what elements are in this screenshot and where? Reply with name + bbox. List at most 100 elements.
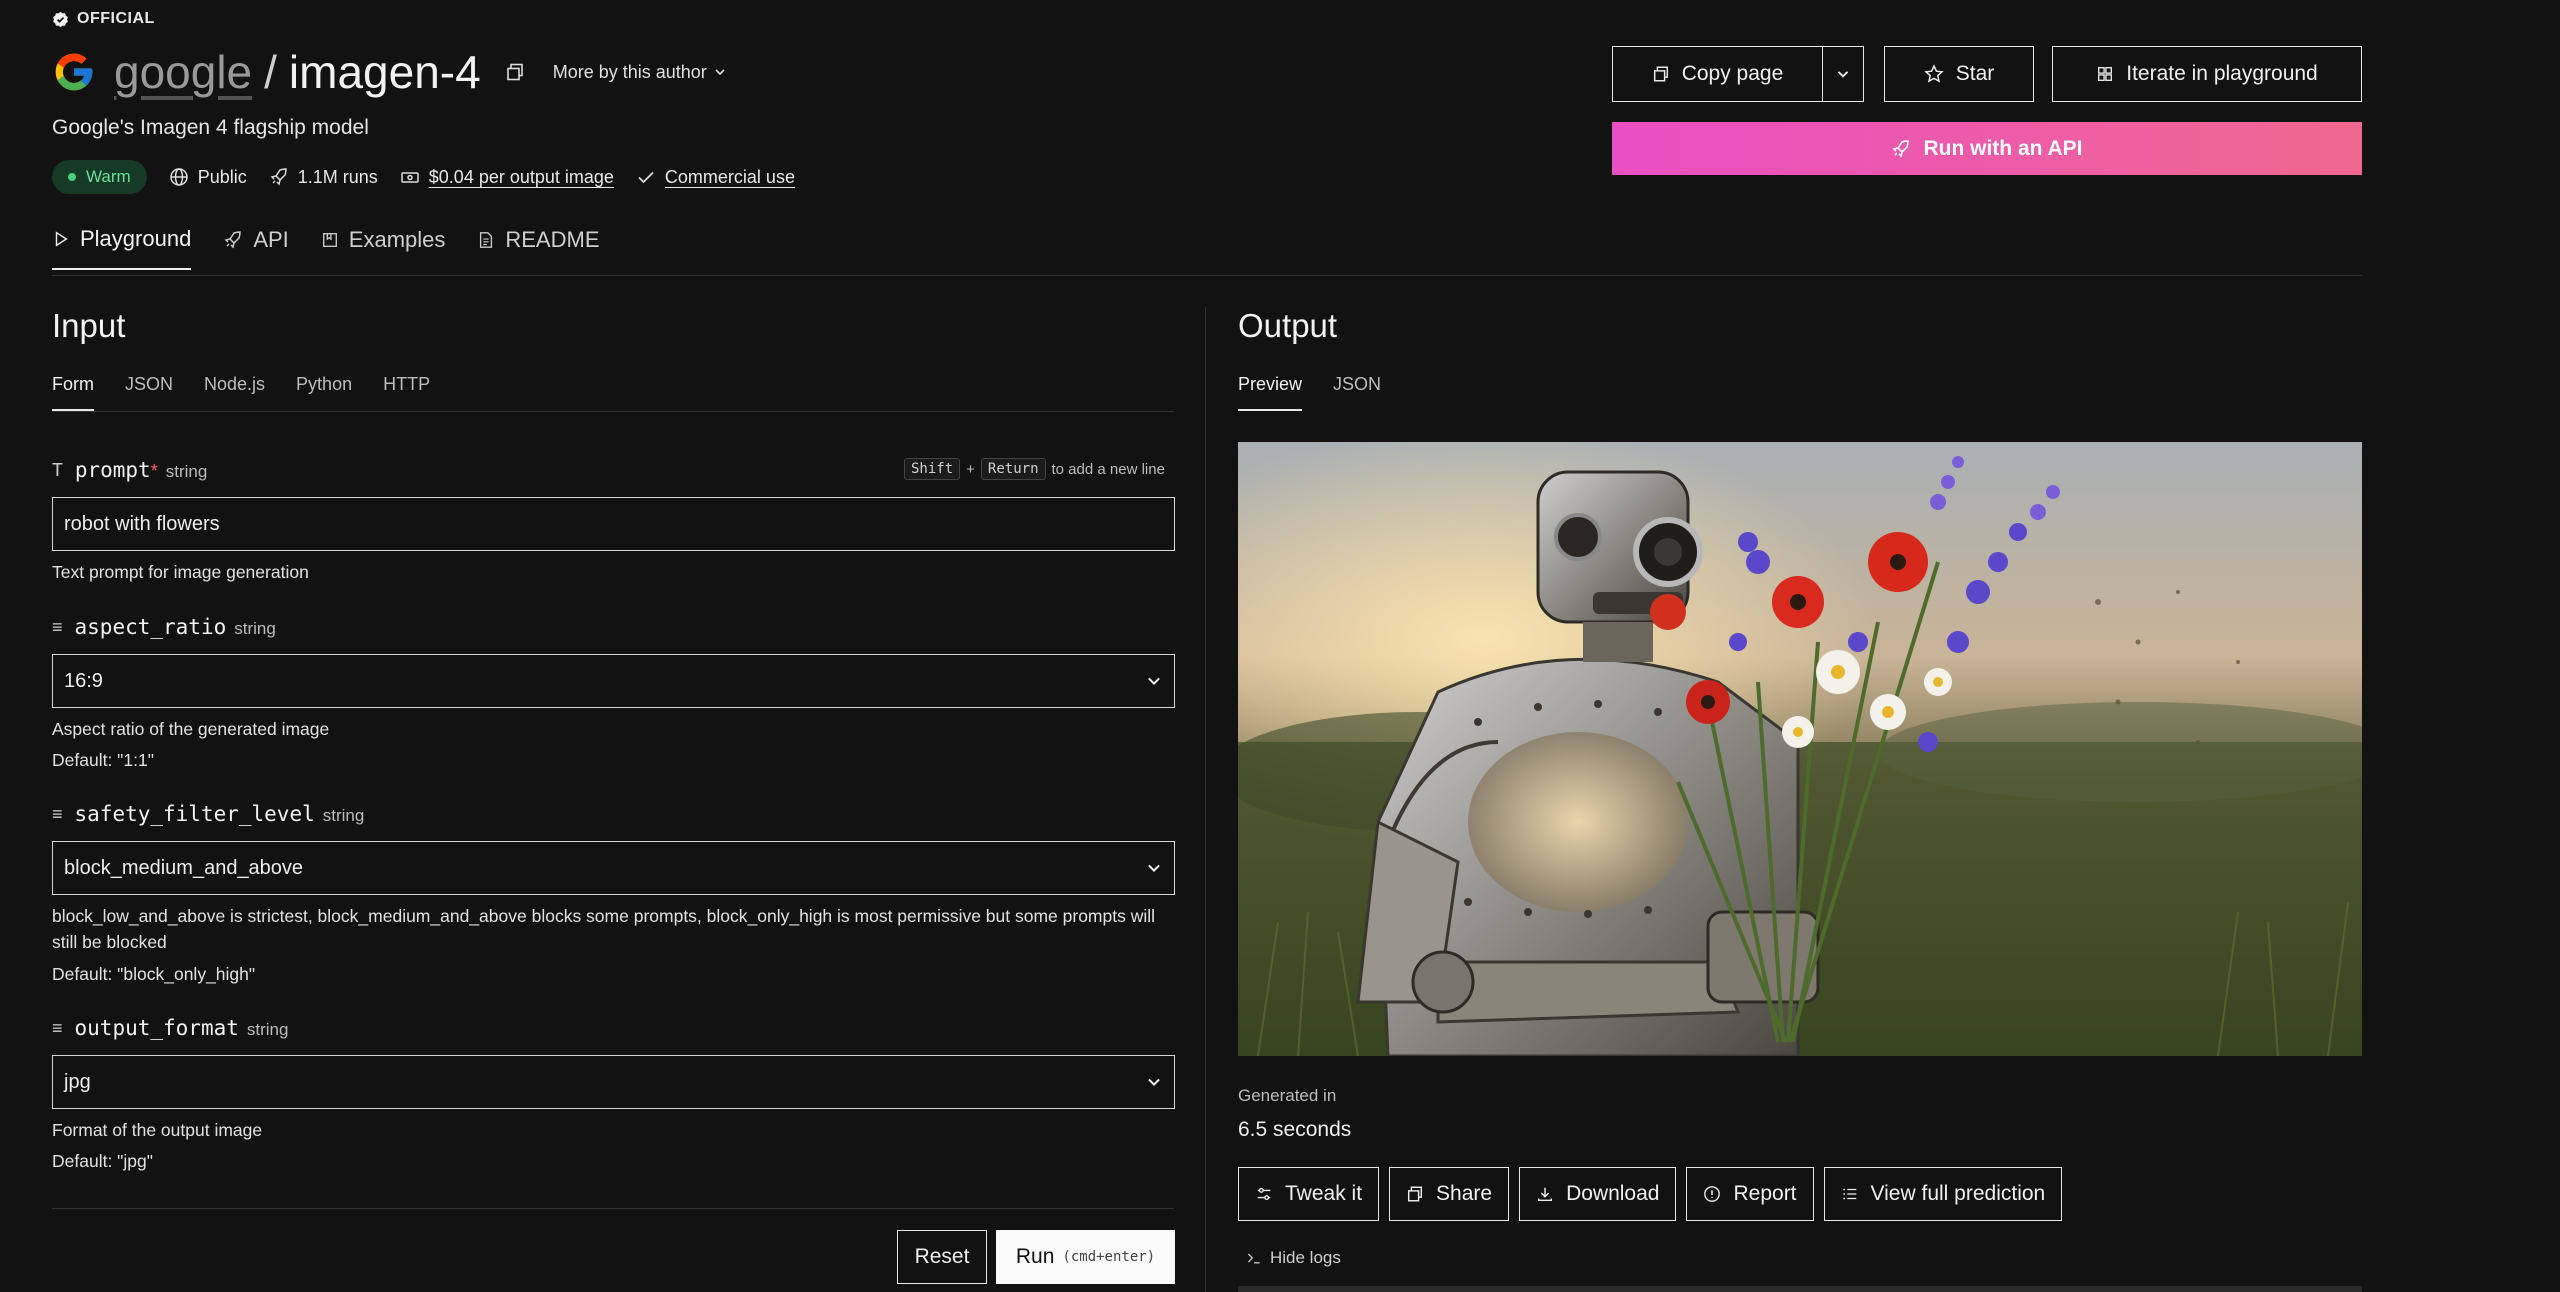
download-icon	[1538, 1187, 1553, 1202]
copy-icon	[1653, 66, 1668, 82]
star-label: Star	[1955, 62, 1995, 85]
run-with-api-button[interactable]: Run with an API	[1612, 122, 2362, 175]
license-item[interactable]: Commercial use	[636, 167, 795, 188]
aspect-ratio-select[interactable]: 16:9	[52, 654, 1175, 708]
tabs-divider	[52, 275, 2362, 276]
globe-icon	[169, 168, 188, 186]
model-description: Google's Imagen 4 flagship model	[52, 116, 369, 139]
view-full-prediction-button[interactable]: View full prediction	[1823, 1167, 2063, 1221]
play-icon	[55, 231, 68, 247]
copy-page-button[interactable]: Copy page	[1612, 46, 1823, 102]
aspect-ratio-field-label: ≡ aspect_ratio string	[52, 615, 276, 639]
tab-readme[interactable]: README	[477, 226, 600, 270]
bookmark-icon	[322, 233, 337, 247]
output-format-help: Format of the output image	[52, 1120, 263, 1140]
license-label: Commercial use	[664, 166, 795, 187]
output-actions: Tweak it Share Download Report View full…	[1238, 1167, 2063, 1221]
subtab-http[interactable]: HTTP	[383, 374, 430, 411]
return-key: Return	[980, 458, 1046, 480]
action-label: Share	[1436, 1182, 1493, 1205]
verified-icon	[53, 11, 68, 27]
download-button[interactable]: Download	[1519, 1167, 1677, 1221]
visibility-item: Public	[169, 167, 247, 188]
shift-key: Shift	[904, 458, 961, 480]
subtab-form[interactable]: Form	[52, 374, 94, 411]
subtab-python[interactable]: Python	[296, 374, 352, 411]
output-format-field-label: ≡ output_format string	[52, 1016, 288, 1040]
more-by-author-dropdown[interactable]: More by this author	[553, 62, 727, 83]
copy-icon[interactable]	[505, 62, 525, 82]
price-label: $0.04 per output image	[428, 166, 614, 187]
subtab-nodejs[interactable]: Node.js	[204, 374, 265, 411]
list-type-icon: ≡	[52, 803, 63, 824]
chevron-down-icon	[715, 69, 725, 76]
field-name: aspect_ratio	[74, 615, 227, 639]
model-title-row: google / imagen-4 More by this author	[52, 42, 727, 102]
report-button[interactable]: Report	[1686, 1167, 1814, 1221]
panel-divider	[1205, 307, 1206, 1292]
main-tabs: Playground API Examples README	[52, 226, 600, 270]
subtab-preview[interactable]: Preview	[1238, 374, 1303, 411]
check-icon	[638, 171, 654, 184]
tab-examples[interactable]: Examples	[321, 226, 446, 270]
prompt-field-label: T prompt * string	[52, 458, 207, 482]
model-name: imagen-4	[288, 46, 481, 98]
form-footer-divider	[52, 1208, 1174, 1209]
plus-sign: +	[966, 460, 975, 478]
output-format-default: Default: "jpg"	[52, 1151, 153, 1171]
newline-hint: Shift + Return to add a new line	[904, 458, 1165, 480]
action-label: Download	[1566, 1182, 1660, 1205]
alert-circle-icon	[1704, 1186, 1721, 1202]
tweak-it-button[interactable]: Tweak it	[1238, 1167, 1380, 1221]
run-shortcut: (cmd+enter)	[1062, 1249, 1156, 1265]
chevron-down-icon	[1148, 864, 1160, 873]
robot-with-flowers-image	[1238, 442, 2362, 1056]
runs-item: 1.1M runs	[269, 167, 378, 188]
official-badge: OFFICIAL	[52, 10, 155, 28]
rocket-icon	[1892, 139, 1910, 158]
action-label: View full prediction	[1870, 1182, 2046, 1205]
aspect-ratio-value: 16:9	[64, 669, 103, 692]
output-format-select[interactable]: jpg	[52, 1055, 1175, 1109]
document-icon	[480, 232, 493, 248]
aspect-ratio-help: Aspect ratio of the generated image	[52, 719, 330, 739]
subtab-output-json[interactable]: JSON	[1333, 374, 1381, 411]
input-subtabs-divider	[52, 411, 1174, 412]
prompt-input[interactable]: robot with flowers	[52, 497, 1175, 551]
rocket-icon	[270, 168, 287, 186]
more-by-author-label: More by this author	[552, 61, 707, 82]
price-tag-icon	[401, 172, 419, 183]
field-type: string	[165, 462, 208, 481]
star-icon	[1923, 64, 1944, 83]
tab-label: Examples	[348, 227, 446, 252]
iterate-in-playground-button[interactable]: Iterate in playground	[2052, 46, 2362, 102]
tab-api[interactable]: API	[223, 226, 289, 270]
output-format-value: jpg	[64, 1070, 91, 1093]
sliders-icon	[1257, 1187, 1271, 1201]
price-item[interactable]: $0.04 per output image	[400, 167, 614, 188]
output-subtabs: Preview JSON	[1238, 374, 1381, 411]
logs-panel	[1238, 1286, 2362, 1292]
chevron-down-icon	[1148, 677, 1160, 686]
action-label: Report	[1733, 1182, 1797, 1205]
prompt-value: robot with flowers	[64, 512, 220, 535]
subtab-json[interactable]: JSON	[125, 374, 173, 411]
grid-icon	[2098, 67, 2113, 81]
share-button[interactable]: Share	[1389, 1167, 1510, 1221]
star-button[interactable]: Star	[1884, 46, 2034, 102]
google-logo-icon	[55, 53, 93, 91]
model-owner-link[interactable]: google	[114, 45, 252, 99]
safety-filter-help: block_low_and_above is strictest, block_…	[52, 906, 1156, 952]
safety-filter-field-label: ≡ safety_filter_level string	[52, 802, 364, 826]
output-image[interactable]	[1238, 442, 2362, 1056]
hide-logs-toggle[interactable]: Hide logs	[1246, 1248, 1341, 1268]
tab-playground[interactable]: Playground	[52, 226, 192, 270]
terminal-icon	[1247, 1253, 1260, 1264]
safety-filter-select[interactable]: block_medium_and_above	[52, 841, 1175, 895]
tab-label: Playground	[80, 226, 192, 251]
reset-button[interactable]: Reset	[897, 1230, 987, 1284]
list-type-icon: ≡	[52, 616, 63, 637]
required-marker: *	[150, 461, 158, 481]
run-button[interactable]: Run (cmd+enter)	[996, 1230, 1175, 1284]
copy-page-dropdown-button[interactable]	[1822, 46, 1864, 102]
